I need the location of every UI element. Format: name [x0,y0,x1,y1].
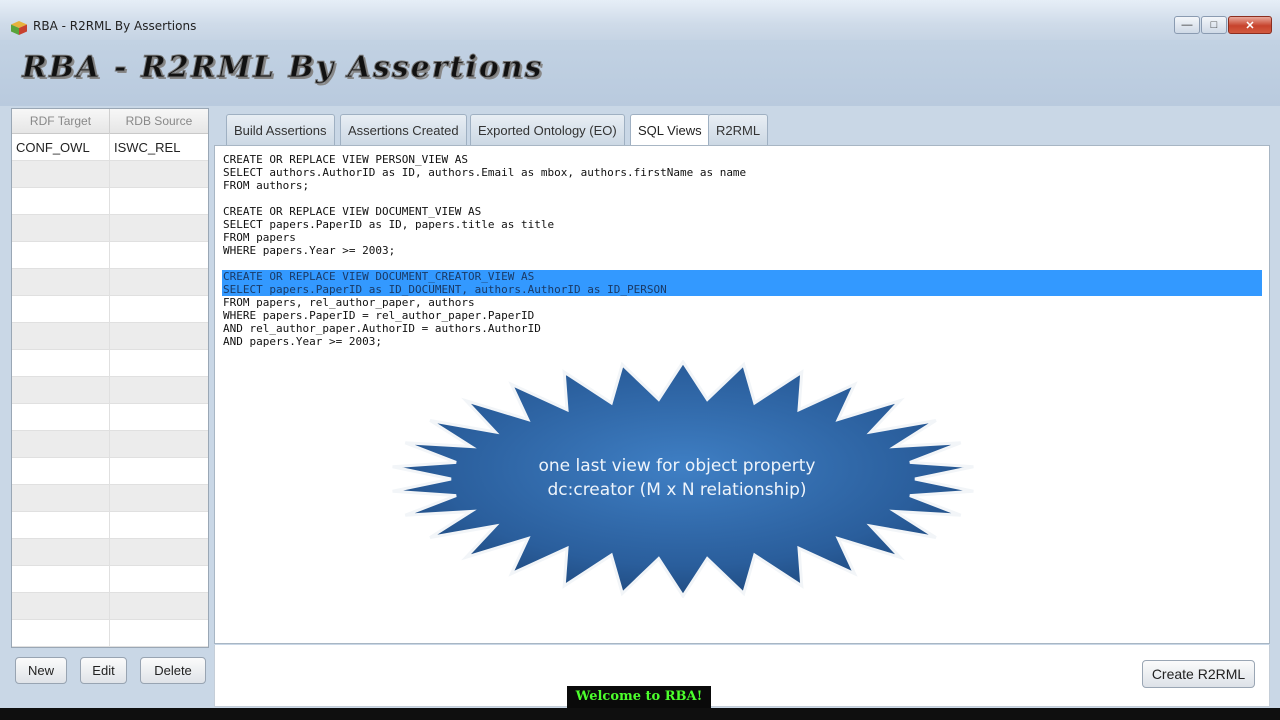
cell-rdf-target [12,242,110,269]
tab-build-assertions[interactable]: Build Assertions [226,114,335,145]
title-bar: RBA - R2RML By Assertions — □ ✕ [0,0,1280,40]
cell-rdf-target [12,188,110,215]
tab-sql-views[interactable]: SQL Views [630,114,710,147]
new-button[interactable]: New [15,657,67,684]
tab-assertions-created[interactable]: Assertions Created [340,114,467,145]
cell-rdf-target [12,566,110,593]
sql-line: SELECT papers.PaperID as ID, papers.titl… [223,218,555,231]
sql-line: WHERE papers.PaperID = rel_author_paper.… [223,309,535,322]
cell-rdf-target [12,296,110,323]
banner-logo-text: RBA - R2RML By Assertions [22,50,544,86]
sql-line: FROM papers, rel_author_paper, authors [223,296,475,309]
cell-rdf-target [12,215,110,242]
sql-line: AND rel_author_paper.AuthorID = authors.… [223,322,541,335]
sql-line: CREATE OR REPLACE VIEW DOCUMENT_CREATOR_… [223,270,535,283]
edit-button[interactable]: Edit [80,657,127,684]
cell-rdb-source [110,188,208,215]
sql-line: FROM papers [223,231,296,244]
table-row[interactable] [12,593,208,620]
minimize-button[interactable]: — [1174,16,1200,34]
cell-rdf-target: CONF_OWL [12,134,110,161]
app-window: RBA - R2RML By Assertions — □ ✕ RBA - R2… [0,0,1280,720]
cell-rdf-target [12,593,110,620]
maximize-button[interactable]: □ [1201,16,1227,34]
cell-rdb-source [110,458,208,485]
table-row[interactable] [12,215,208,242]
table-row[interactable] [12,566,208,593]
table-row[interactable]: CONF_OWL ISWC_REL [12,134,208,161]
delete-button[interactable]: Delete [140,657,206,684]
cell-rdb-source [110,566,208,593]
callout-line-1: one last view for object property [538,456,816,476]
cell-rdb-source [110,620,208,647]
cell-rdf-target [12,458,110,485]
cell-rdf-target [12,350,110,377]
cell-rdb-source [110,161,208,188]
cell-rdb-source [110,404,208,431]
sql-line: FROM authors; [223,179,310,192]
cell-rdf-target [12,485,110,512]
close-button[interactable]: ✕ [1228,16,1272,34]
cell-rdb-source [110,377,208,404]
sql-line: CREATE OR REPLACE VIEW PERSON_VIEW AS [223,153,469,166]
cell-rdf-target [12,431,110,458]
window-title: RBA - R2RML By Assertions [33,19,197,33]
table-row[interactable] [12,431,208,458]
callout-line-2: dc:creator (M x N relationship) [547,480,807,500]
cell-rdf-target [12,620,110,647]
tab-r2rml[interactable]: R2RML [708,114,769,145]
cell-rdf-target [12,269,110,296]
sql-line: SELECT papers.PaperID as ID_DOCUMENT, au… [223,283,667,296]
cell-rdb-source [110,269,208,296]
table-row[interactable] [12,269,208,296]
table-row[interactable] [12,323,208,350]
cell-rdf-target [12,377,110,404]
cell-rdb-source [110,593,208,620]
table-row[interactable] [12,620,208,647]
mapping-list-grid: RDF Target RDB Source CONF_OWL ISWC_REL [11,108,209,648]
video-bottom-strip [0,708,1280,720]
table-row[interactable] [12,161,208,188]
cell-rdb-source [110,242,208,269]
cell-rdb-source [110,215,208,242]
tab-exported-ontology[interactable]: Exported Ontology (EO) [470,114,625,145]
table-row[interactable] [12,485,208,512]
cell-rdf-target [12,323,110,350]
app-cube-icon [11,21,27,35]
sql-line: CREATE OR REPLACE VIEW DOCUMENT_VIEW AS [223,205,482,218]
panel-splitter-handle[interactable]: ⋮ [210,395,220,412]
table-row[interactable] [12,188,208,215]
cell-rdb-source [110,431,208,458]
cell-rdf-target [12,404,110,431]
cell-rdf-target [12,161,110,188]
cell-rdb-source [110,512,208,539]
table-row[interactable] [12,296,208,323]
cell-rdb-source [110,539,208,566]
sql-line: AND papers.Year >= 2003; [223,335,382,348]
sql-line: SELECT authors.AuthorID as ID, authors.E… [223,166,747,179]
table-row[interactable] [12,539,208,566]
table-row[interactable] [12,242,208,269]
table-row[interactable] [12,458,208,485]
cell-rdb-source [110,323,208,350]
table-row[interactable] [12,350,208,377]
table-row[interactable] [12,512,208,539]
column-header-rdb-source[interactable]: RDB Source [110,109,208,134]
create-r2rml-button[interactable]: Create R2RML [1142,660,1255,688]
cell-rdb-source [110,485,208,512]
welcome-caption: Welcome to RBA! [567,686,711,708]
column-header-rdf-target[interactable]: RDF Target [12,109,110,134]
callout-text: one last view for object property dc:cre… [500,454,854,502]
cell-rdb-source [110,350,208,377]
table-row[interactable] [12,404,208,431]
cell-rdf-target [12,512,110,539]
sql-line: WHERE papers.Year >= 2003; [223,244,396,257]
cell-rdb-source: ISWC_REL [114,140,181,155]
cell-rdb-source [110,296,208,323]
cell-rdf-target [12,539,110,566]
table-row[interactable] [12,377,208,404]
action-bar [214,645,1270,707]
grid-header: RDF Target RDB Source [12,109,208,134]
